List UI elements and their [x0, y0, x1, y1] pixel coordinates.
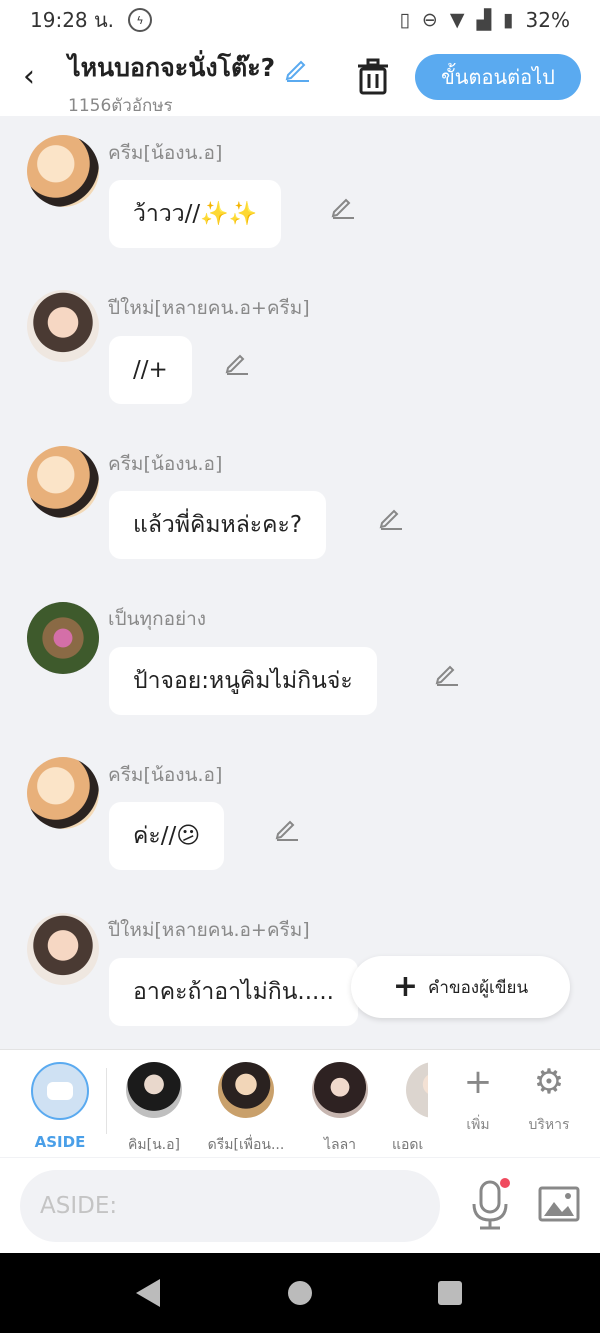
nav-recents-icon[interactable]	[438, 1281, 462, 1305]
avatar[interactable]	[27, 602, 99, 674]
message-author: ปีใหม่[หลายคน.อ+ครีม]	[108, 297, 310, 319]
aside-label: ASIDE	[34, 1133, 86, 1151]
avatar[interactable]	[27, 757, 99, 829]
nav-back-icon[interactable]	[136, 1279, 160, 1307]
nav-home-icon[interactable]	[288, 1281, 312, 1305]
character-item[interactable]: ไลลา	[300, 1062, 380, 1156]
plus-icon: +	[463, 1062, 493, 1102]
avatar	[126, 1062, 182, 1118]
message-input[interactable]: ASIDE:	[20, 1170, 440, 1242]
avatar[interactable]	[27, 135, 99, 207]
message-bubble[interactable]: ค่ะ//😕	[109, 802, 225, 870]
add-label: เพิ่ม	[466, 1117, 490, 1133]
message-author: ครีม[น้องน.อ]	[108, 453, 223, 475]
aside-icon	[31, 1062, 89, 1120]
character-item[interactable]: แอดเ	[392, 1062, 428, 1156]
message-bubble[interactable]: ป้าจอย:หนูคิมไม่กินจ่ะ	[109, 647, 377, 715]
char-count: 1156ตัวอักษร	[68, 96, 173, 116]
plus-icon: +	[392, 969, 419, 1004]
dnd-icon: ⊖	[421, 9, 438, 31]
avatar[interactable]	[27, 290, 99, 362]
avatar	[406, 1062, 428, 1118]
edit-message-icon[interactable]	[330, 193, 356, 219]
avatar[interactable]	[27, 446, 99, 518]
message-author: เป็นทุกอย่าง	[108, 608, 207, 630]
battery-percent: 32%	[525, 8, 570, 32]
gear-icon: ⚙	[533, 1062, 565, 1102]
status-time: 19:28 น.	[30, 8, 115, 32]
character-label: แอดเ	[392, 1137, 424, 1153]
next-step-button[interactable]: ขั้นตอนต่อไป	[415, 54, 581, 100]
author-note-label: คำของผู้เขียน	[428, 977, 529, 998]
battery-icon: ▮	[503, 9, 514, 31]
add-character-button[interactable]: + เพิ่ม	[448, 1064, 508, 1136]
manage-label: บริหาร	[528, 1117, 570, 1133]
message-bubble[interactable]: //+	[109, 336, 192, 404]
character-label: ไลลา	[323, 1137, 357, 1153]
character-label: ดรีม[เพื่อน...	[207, 1137, 285, 1153]
author-note-button[interactable]: + คำของผู้เขียน	[351, 956, 570, 1018]
message-author: ครีม[น้องน.อ]	[108, 764, 223, 786]
message-bubble[interactable]: ว้าวว//✨✨	[109, 180, 282, 248]
edit-title-icon[interactable]	[283, 54, 311, 82]
divider	[106, 1068, 107, 1134]
message-author: ครีม[น้องน.อ]	[108, 142, 223, 164]
header: ‹ ไหนบอกจะนั่งโต๊ะ? 1156ตัวอักษร ขั้นตอน…	[0, 40, 600, 116]
title-area: ไหนบอกจะนั่งโต๊ะ? 1156ตัวอักษร	[68, 48, 311, 119]
character-item[interactable]: ดรีม[เพื่อน...	[206, 1062, 286, 1156]
avatar[interactable]	[27, 913, 99, 985]
message-author: ปีใหม่[หลายคน.อ+ครีม]	[108, 919, 310, 941]
manage-button[interactable]: ⚙ บริหาร	[519, 1064, 579, 1136]
edit-message-icon[interactable]	[434, 660, 460, 686]
signal-icon: ▟	[476, 9, 492, 31]
wifi-icon: ▼	[449, 9, 465, 31]
avatar	[218, 1062, 274, 1118]
character-aside[interactable]: ASIDE	[20, 1062, 100, 1151]
edit-message-icon[interactable]	[224, 349, 250, 375]
trash-icon[interactable]	[356, 58, 390, 96]
message-bubble[interactable]: แล้วพี่คิมหล่ะคะ?	[109, 491, 327, 559]
edit-message-icon[interactable]	[274, 815, 300, 841]
back-icon[interactable]: ‹	[14, 56, 44, 96]
character-bar: ASIDE คิม[น.อ] ดรีม[เพื่อน... ไลลา แอดเ …	[0, 1049, 600, 1157]
system-nav-bar	[0, 1253, 600, 1333]
avatar	[312, 1062, 368, 1118]
page-title: ไหนบอกจะนั่งโต๊ะ?	[68, 53, 276, 82]
input-bar: ASIDE:	[0, 1158, 600, 1253]
messenger-icon: ϟ	[128, 8, 153, 32]
character-item[interactable]: คิม[น.อ]	[114, 1062, 194, 1156]
character-label: คิม[น.อ]	[128, 1137, 180, 1153]
status-icons: ▯ ⊖ ▼ ▟ ▮ 32%	[399, 8, 570, 32]
edit-message-icon[interactable]	[378, 504, 404, 530]
status-bar: 19:28 น. ϟ ▯ ⊖ ▼ ▟ ▮ 32%	[0, 0, 600, 40]
vibrate-icon: ▯	[399, 9, 410, 31]
message-bubble[interactable]: อาคะถ้าอาไม่กิน.....	[109, 958, 358, 1026]
image-icon[interactable]	[538, 1186, 580, 1222]
notification-dot	[500, 1178, 510, 1188]
